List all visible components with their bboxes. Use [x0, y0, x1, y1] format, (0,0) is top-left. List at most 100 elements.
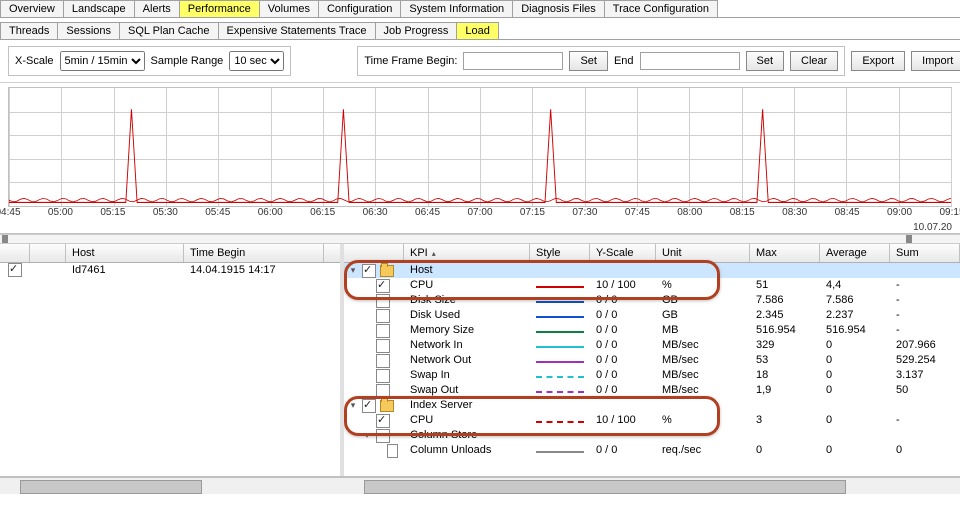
kpi-row[interactable]: Swap Out0 / 0MB/sec1,9050: [344, 383, 960, 398]
kpi-grid-header: KPI▴ Style Y-Scale Unit Max Average Sum: [344, 244, 960, 263]
yscale-cell: 0 / 0: [590, 368, 656, 383]
kpi-name-cell: Network In: [404, 338, 530, 353]
sample-range-select[interactable]: 10 sec: [229, 51, 284, 71]
kpi-row[interactable]: Swap In0 / 0MB/sec1803.137: [344, 368, 960, 383]
kpi-checkbox[interactable]: [362, 399, 376, 413]
kpi-name-cell: Index Server: [404, 398, 530, 413]
xaxis-tick: 07:30: [572, 207, 597, 218]
col-unit[interactable]: Unit: [656, 244, 750, 262]
yscale-cell: [590, 398, 656, 413]
col-kpi-expand[interactable]: [344, 244, 404, 262]
chart-plot-area[interactable]: [8, 87, 952, 207]
col-kpi[interactable]: KPI▴: [404, 244, 530, 262]
kpi-checkbox[interactable]: [376, 294, 390, 308]
timeframe-end-input[interactable]: [640, 52, 740, 70]
sub-tab-sql-plan-cache[interactable]: SQL Plan Cache: [119, 22, 219, 39]
kpi-group-row[interactable]: ▾Column Store: [344, 428, 960, 443]
right-h-scrollbar[interactable]: [344, 477, 960, 494]
host-grid-header: Host Time Begin: [0, 244, 340, 263]
set-end-button[interactable]: Set: [746, 51, 785, 71]
kpi-checkbox[interactable]: [376, 339, 390, 353]
timeframe-begin-input[interactable]: [463, 52, 563, 70]
yscale-cell: 0 / 0: [590, 293, 656, 308]
col-average[interactable]: Average: [820, 244, 890, 262]
col-blank[interactable]: [30, 244, 66, 262]
host-row-checkbox[interactable]: [8, 263, 22, 277]
expander-icon[interactable]: ▾: [348, 398, 358, 413]
main-tab-trace-configuration[interactable]: Trace Configuration: [604, 0, 718, 17]
main-tab-alerts[interactable]: Alerts: [134, 0, 180, 17]
sub-tab-threads[interactable]: Threads: [0, 22, 58, 39]
main-tab-overview[interactable]: Overview: [0, 0, 64, 17]
avg-cell: 0: [820, 383, 890, 398]
kpi-checkbox[interactable]: [376, 279, 390, 293]
xaxis-tick: 07:45: [625, 207, 650, 218]
kpi-checkbox[interactable]: [376, 414, 390, 428]
kpi-row[interactable]: CPU10 / 100%30-: [344, 413, 960, 428]
col-host[interactable]: Host: [66, 244, 184, 262]
style-cell: [530, 323, 590, 338]
main-tab-diagnosis-files[interactable]: Diagnosis Files: [512, 0, 605, 17]
host-row[interactable]: Id746114.04.1915 14:17: [0, 263, 340, 278]
col-time-begin[interactable]: Time Begin: [184, 244, 324, 262]
kpi-group-row[interactable]: ▾ Index Server: [344, 398, 960, 413]
sum-cell: 0: [890, 443, 960, 458]
kpi-row[interactable]: Network In0 / 0MB/sec3290207.966: [344, 338, 960, 353]
kpi-checkbox[interactable]: [376, 354, 390, 368]
load-chart[interactable]: 04:4505:0005:1505:3005:4506:0006:1506:30…: [0, 83, 960, 234]
kpi-checkbox[interactable]: [376, 309, 390, 323]
performance-sub-tabbar: ThreadsSessionsSQL Plan CacheExpensive S…: [0, 22, 960, 40]
style-cell: [530, 308, 590, 323]
sub-tab-sessions[interactable]: Sessions: [57, 22, 120, 39]
xaxis-tick: 05:45: [205, 207, 230, 218]
chart-date-label: 10.07.20: [913, 222, 952, 233]
sub-tab-load[interactable]: Load: [456, 22, 498, 39]
kpi-row[interactable]: Disk Size0 / 0GB7.5867.586-: [344, 293, 960, 308]
kpi-row[interactable]: Column Unloads0 / 0req./sec000: [344, 443, 960, 458]
sub-tab-expensive-statements-trace[interactable]: Expensive Statements Trace: [218, 22, 376, 39]
main-tab-configuration[interactable]: Configuration: [318, 0, 401, 17]
import-button[interactable]: Import: [911, 51, 960, 71]
scale-group: X-Scale 5min / 15min Sample Range 10 sec: [8, 46, 291, 76]
clear-button[interactable]: Clear: [790, 51, 838, 71]
unit-cell: [656, 398, 750, 413]
col-max[interactable]: Max: [750, 244, 820, 262]
main-tab-system-information[interactable]: System Information: [400, 0, 513, 17]
style-cell: [530, 413, 590, 428]
col-yscale[interactable]: Y-Scale: [590, 244, 656, 262]
main-tab-performance[interactable]: Performance: [179, 0, 260, 17]
kpi-checkbox[interactable]: [362, 264, 376, 278]
host-grid-body: Id746114.04.1915 14:17: [0, 263, 340, 278]
kpi-checkbox[interactable]: [376, 324, 390, 338]
kpi-checkbox[interactable]: [376, 369, 390, 383]
main-tab-landscape[interactable]: Landscape: [63, 0, 135, 17]
kpi-row[interactable]: Memory Size0 / 0MB516.954516.954-: [344, 323, 960, 338]
expander-icon[interactable]: ▾: [362, 428, 372, 443]
kpi-group-row[interactable]: ▾Host: [344, 263, 960, 278]
main-tab-volumes[interactable]: Volumes: [259, 0, 319, 17]
kpi-checkbox[interactable]: [376, 384, 390, 398]
sub-tab-job-progress[interactable]: Job Progress: [375, 22, 458, 39]
style-cell: [530, 428, 590, 443]
style-cell: [530, 263, 590, 278]
minimap-handle-right[interactable]: [906, 235, 912, 243]
unit-cell: [656, 428, 750, 443]
kpi-name-cell: Disk Size: [404, 293, 530, 308]
style-cell: [530, 368, 590, 383]
col-style[interactable]: Style: [530, 244, 590, 262]
col-sum[interactable]: Sum: [890, 244, 960, 262]
export-button[interactable]: Export: [851, 51, 905, 71]
kpi-checkbox[interactable]: [387, 444, 398, 458]
xscale-select[interactable]: 5min / 15min: [60, 51, 145, 71]
set-begin-button[interactable]: Set: [569, 51, 608, 71]
minimap-handle-left[interactable]: [2, 235, 8, 243]
kpi-row[interactable]: Network Out0 / 0MB/sec530529.254: [344, 353, 960, 368]
expander-icon[interactable]: ▾: [348, 263, 358, 278]
col-check[interactable]: [0, 244, 30, 262]
kpi-row[interactable]: CPU10 / 100%514,4-: [344, 278, 960, 293]
kpi-row[interactable]: Disk Used0 / 0GB2.3452.237-: [344, 308, 960, 323]
kpi-checkbox[interactable]: [376, 429, 390, 443]
left-h-scrollbar[interactable]: [0, 477, 344, 494]
max-cell: 1,9: [750, 383, 820, 398]
chart-minimap-scrollbar[interactable]: [0, 234, 960, 244]
